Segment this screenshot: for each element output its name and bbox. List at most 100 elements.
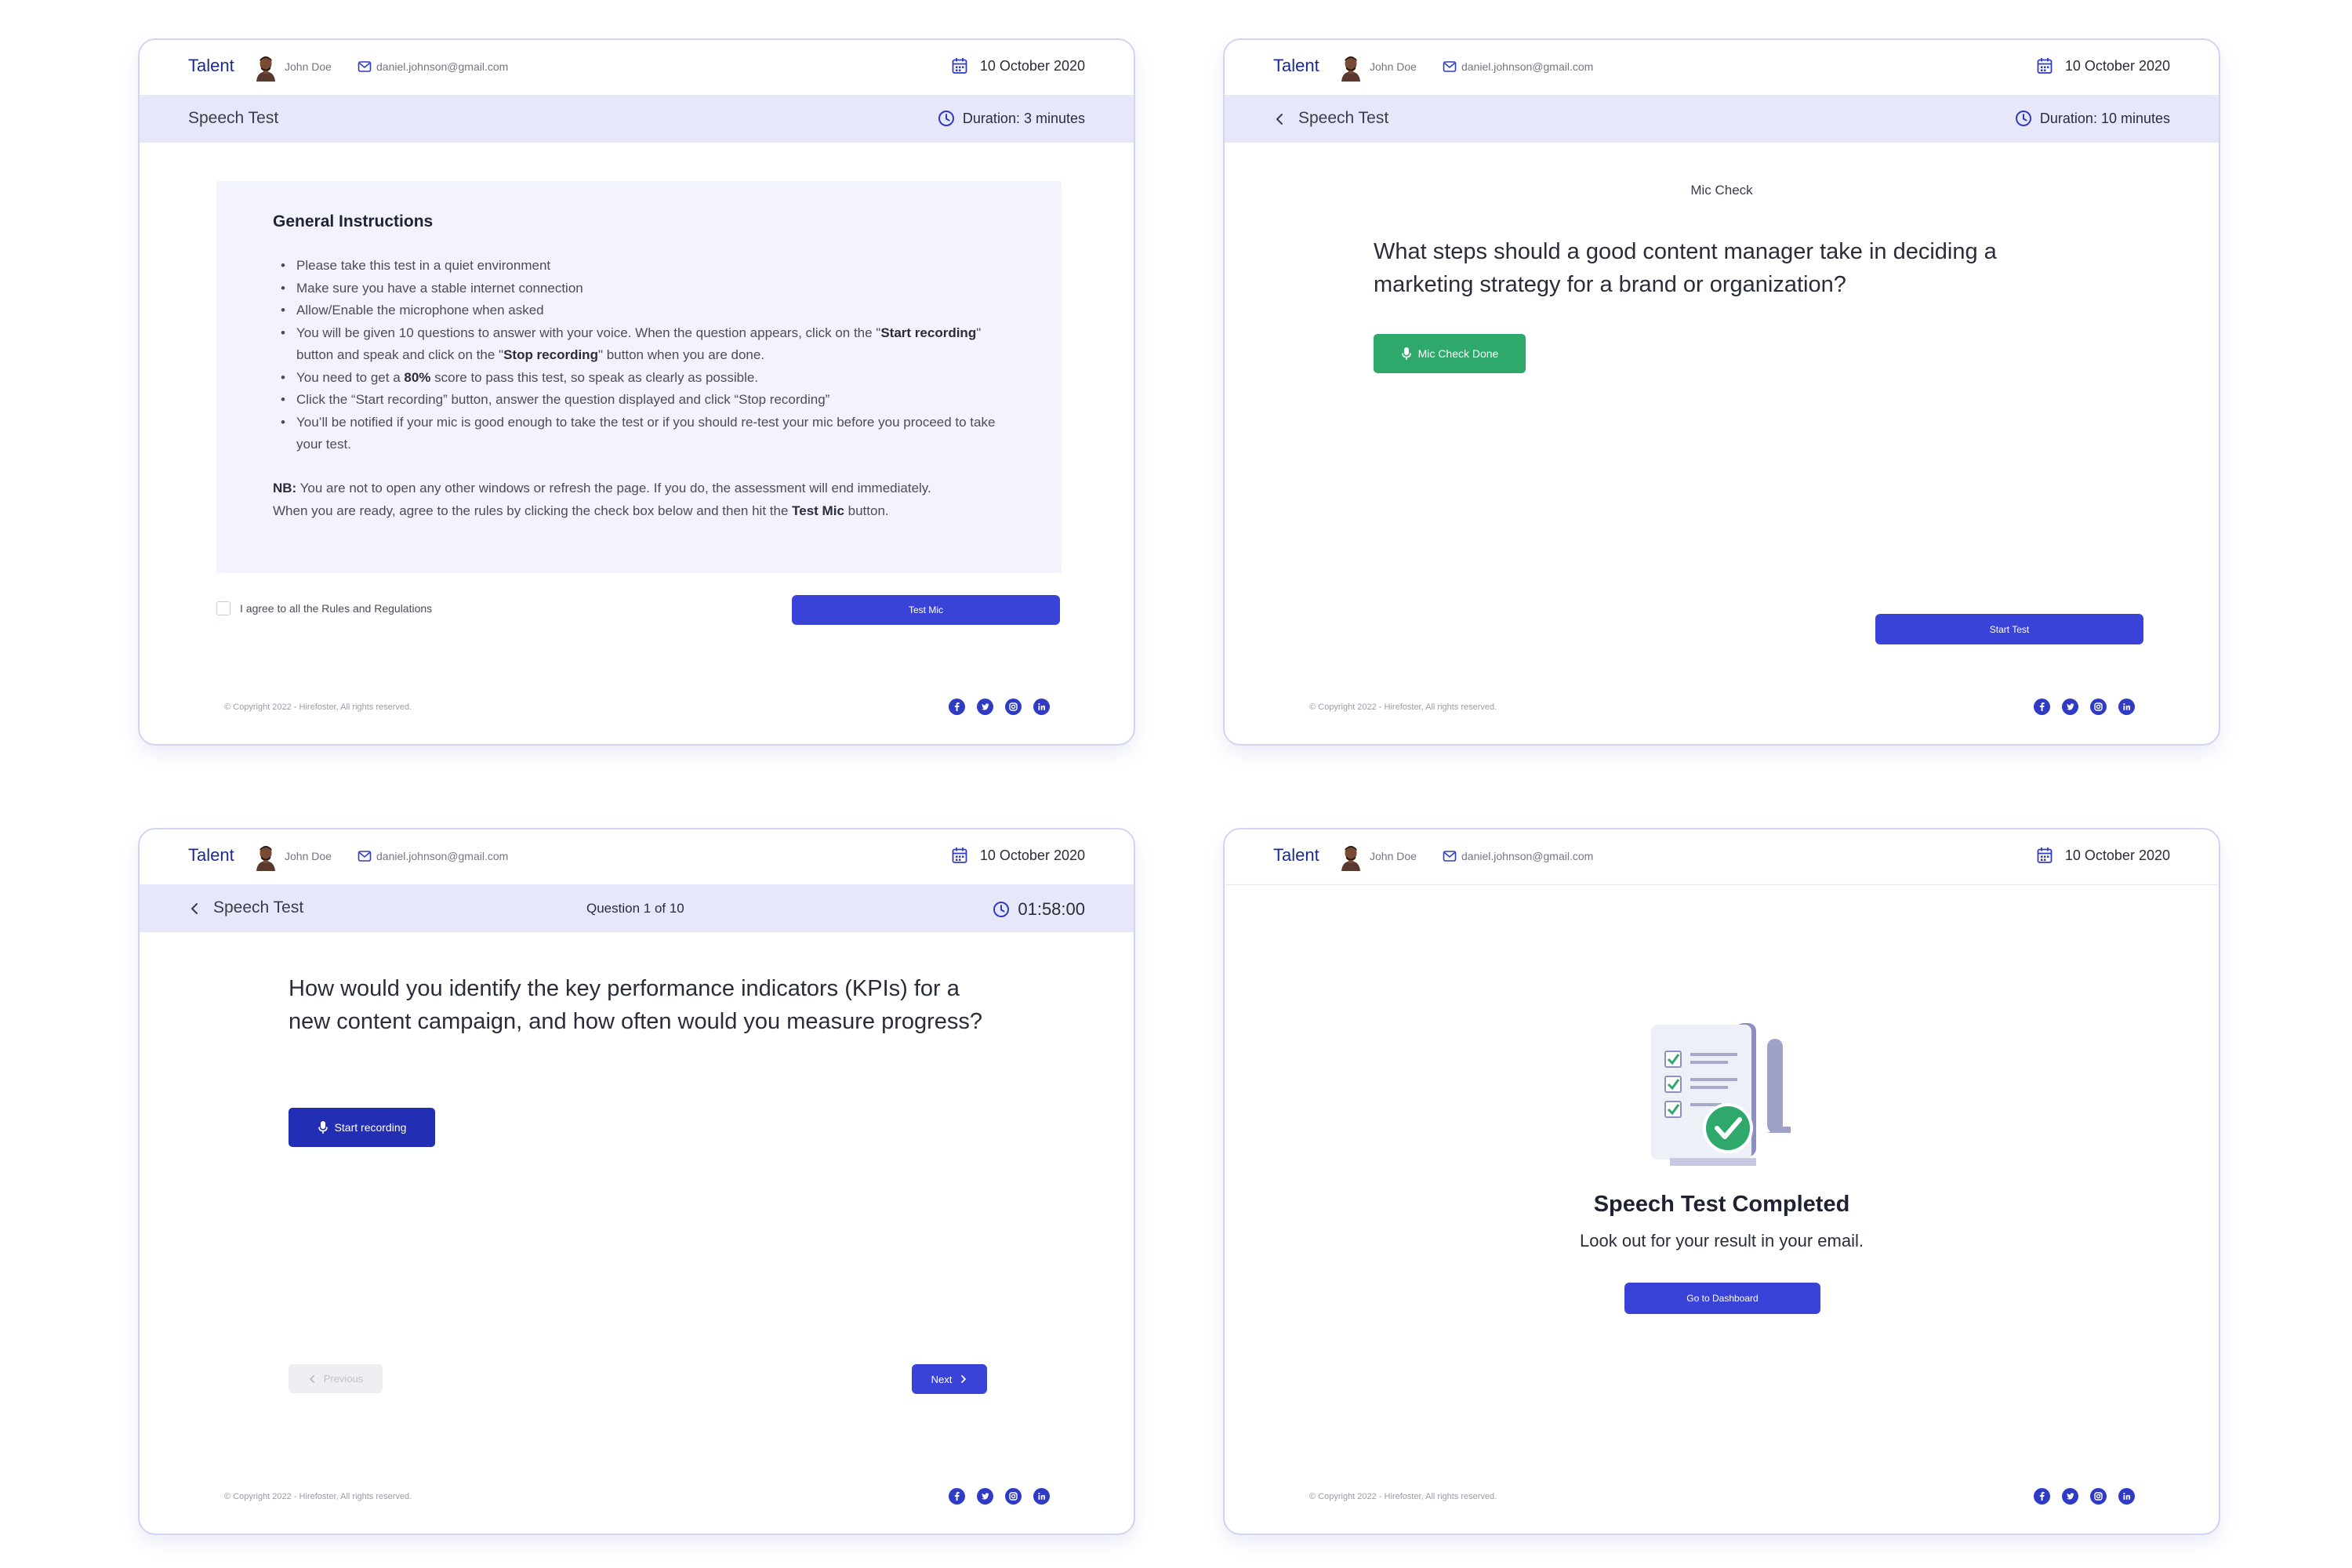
social-links (949, 699, 1050, 715)
calendar-icon (952, 57, 967, 74)
twitter-icon[interactable] (977, 699, 993, 715)
list-item: Allow/Enable the microphone when asked (278, 299, 1014, 322)
page-title: Speech Test (1298, 109, 1389, 127)
clock-icon (938, 110, 955, 127)
start-test-button[interactable]: Start Test (1875, 614, 2143, 644)
duration-text: Duration: 10 minutes (2039, 110, 2170, 126)
user-email: daniel.johnson@gmail.com (1461, 850, 1594, 862)
list-item: You’ll be notified if your mic is good e… (278, 412, 1014, 456)
mic-check-done-label: Mic Check Done (1417, 347, 1499, 360)
mic-check-done-button[interactable]: Mic Check Done (1374, 334, 1526, 373)
mic-check-screen: Talent John Doe daniel.johnson@gmail.com… (1223, 38, 2220, 746)
mail-icon (1443, 850, 1457, 862)
twitter-icon[interactable] (977, 1488, 993, 1504)
facebook-icon[interactable] (949, 699, 965, 715)
mic-check-label: Mic Check (1690, 183, 1753, 198)
instructions-list: Please take this test in a quiet environ… (278, 255, 1014, 456)
instagram-icon[interactable] (2090, 1488, 2107, 1504)
header-date: 10 October 2020 (979, 848, 1085, 863)
linkedin-icon[interactable] (2118, 1488, 2135, 1504)
instagram-icon[interactable] (2090, 699, 2107, 715)
clock-icon (2015, 110, 2032, 127)
social-links (2034, 699, 2135, 715)
sub-header: Speech Test Question 1 of 10 01:58:00 (140, 884, 1134, 932)
mail-icon (1443, 60, 1457, 73)
calendar-icon (2037, 847, 2053, 864)
timer-text: 01:58:00 (1018, 899, 1085, 919)
completed-screen: Talent John Doe daniel.johnson@gmail.com… (1223, 828, 2220, 1535)
avatar[interactable] (1339, 843, 1363, 871)
completed-checklist-illustration (1651, 1023, 1791, 1166)
page-title: Speech Test (188, 109, 279, 127)
chevron-right-icon (961, 1375, 967, 1383)
social-links (2034, 1488, 2135, 1504)
brand-logo[interactable]: Talent (1273, 56, 1319, 76)
user-name: John Doe (285, 60, 332, 73)
instructions-heading: General Instructions (273, 212, 434, 230)
copyright-text: © Copyright 2022 - Hirefoster, All right… (1309, 1492, 1497, 1501)
previous-button[interactable]: Previous (289, 1364, 383, 1393)
back-arrow-icon[interactable] (1273, 112, 1286, 126)
user-email: daniel.johnson@gmail.com (376, 60, 509, 73)
copyright-text: © Copyright 2022 - Hirefoster, All right… (224, 1492, 412, 1501)
start-recording-label: Start recording (334, 1121, 407, 1134)
mail-icon (358, 60, 372, 73)
completed-title: Speech Test Completed (1593, 1192, 1850, 1217)
instagram-icon[interactable] (1005, 1488, 1022, 1504)
calendar-icon (952, 847, 967, 864)
linkedin-icon[interactable] (1033, 699, 1050, 715)
social-links (949, 1488, 1050, 1504)
list-item: You need to get a 80% score to pass this… (278, 367, 1014, 390)
linkedin-icon[interactable] (2118, 699, 2135, 715)
go-to-dashboard-button[interactable]: Go to Dashboard (1624, 1283, 1820, 1314)
brand-logo[interactable]: Talent (188, 56, 234, 76)
twitter-icon[interactable] (2062, 699, 2078, 715)
top-header: Talent John Doe daniel.johnson@gmail.com… (140, 40, 1134, 95)
header-date: 10 October 2020 (979, 58, 1085, 74)
user-email: daniel.johnson@gmail.com (376, 850, 509, 862)
duration-display: Duration: 10 minutes (2015, 110, 2170, 127)
clock-icon (993, 901, 1010, 918)
avatar[interactable] (254, 53, 278, 82)
facebook-icon[interactable] (949, 1488, 965, 1504)
calendar-icon (2037, 57, 2053, 74)
instagram-icon[interactable] (1005, 699, 1022, 715)
back-arrow-icon[interactable] (188, 902, 201, 916)
duration-display: Duration: 3 minutes (938, 110, 1085, 127)
duration-text: Duration: 3 minutes (962, 110, 1085, 126)
facebook-icon[interactable] (2034, 1488, 2050, 1504)
next-label: Next (931, 1373, 953, 1385)
top-header: Talent John Doe daniel.johnson@gmail.com… (1225, 40, 2219, 95)
facebook-icon[interactable] (2034, 699, 2050, 715)
question-counter: Question 1 of 10 (586, 901, 684, 916)
completed-subtitle: Look out for your result in your email. (1580, 1231, 1864, 1250)
list-item: Make sure you have a stable internet con… (278, 278, 1014, 300)
header-date: 10 October 2020 (2064, 58, 2170, 74)
nb-note: NB: You are not to open any other window… (273, 481, 931, 518)
twitter-icon[interactable] (2062, 1488, 2078, 1504)
copyright-text: © Copyright 2022 - Hirefoster, All right… (1309, 702, 1497, 712)
brand-logo[interactable]: Talent (1273, 845, 1319, 866)
avatar[interactable] (1339, 53, 1363, 82)
chevron-left-icon (309, 1374, 314, 1383)
page-title: Speech Test (213, 898, 304, 916)
agree-label[interactable]: I agree to all the Rules and Regulations (240, 602, 432, 615)
microphone-icon (1401, 347, 1412, 361)
agree-row: I agree to all the Rules and Regulations (216, 601, 432, 615)
list-item: You will be given 10 questions to answer… (278, 322, 1014, 367)
question-text: What steps should a good content manager… (1374, 239, 1997, 297)
brand-logo[interactable]: Talent (188, 845, 234, 866)
sub-header: Speech Test Duration: 10 minutes (1225, 95, 2219, 143)
instructions-screen: Talent John Doe daniel.johnson@gmail.com… (138, 38, 1135, 746)
agree-checkbox[interactable] (216, 601, 230, 615)
start-recording-button[interactable]: Start recording (289, 1108, 435, 1147)
avatar[interactable] (254, 843, 278, 871)
test-mic-button[interactable]: Test Mic (792, 595, 1060, 625)
list-item: Please take this test in a quiet environ… (278, 255, 1014, 278)
top-header: Talent John Doe daniel.johnson@gmail.com… (1225, 829, 2219, 884)
next-button[interactable]: Next (912, 1364, 987, 1394)
linkedin-icon[interactable] (1033, 1488, 1050, 1504)
question-screen: Talent John Doe daniel.johnson@gmail.com… (138, 828, 1135, 1535)
question-text: How would you identify the key performan… (289, 976, 983, 1034)
sub-header: Speech Test Duration: 3 minutes (140, 95, 1134, 143)
